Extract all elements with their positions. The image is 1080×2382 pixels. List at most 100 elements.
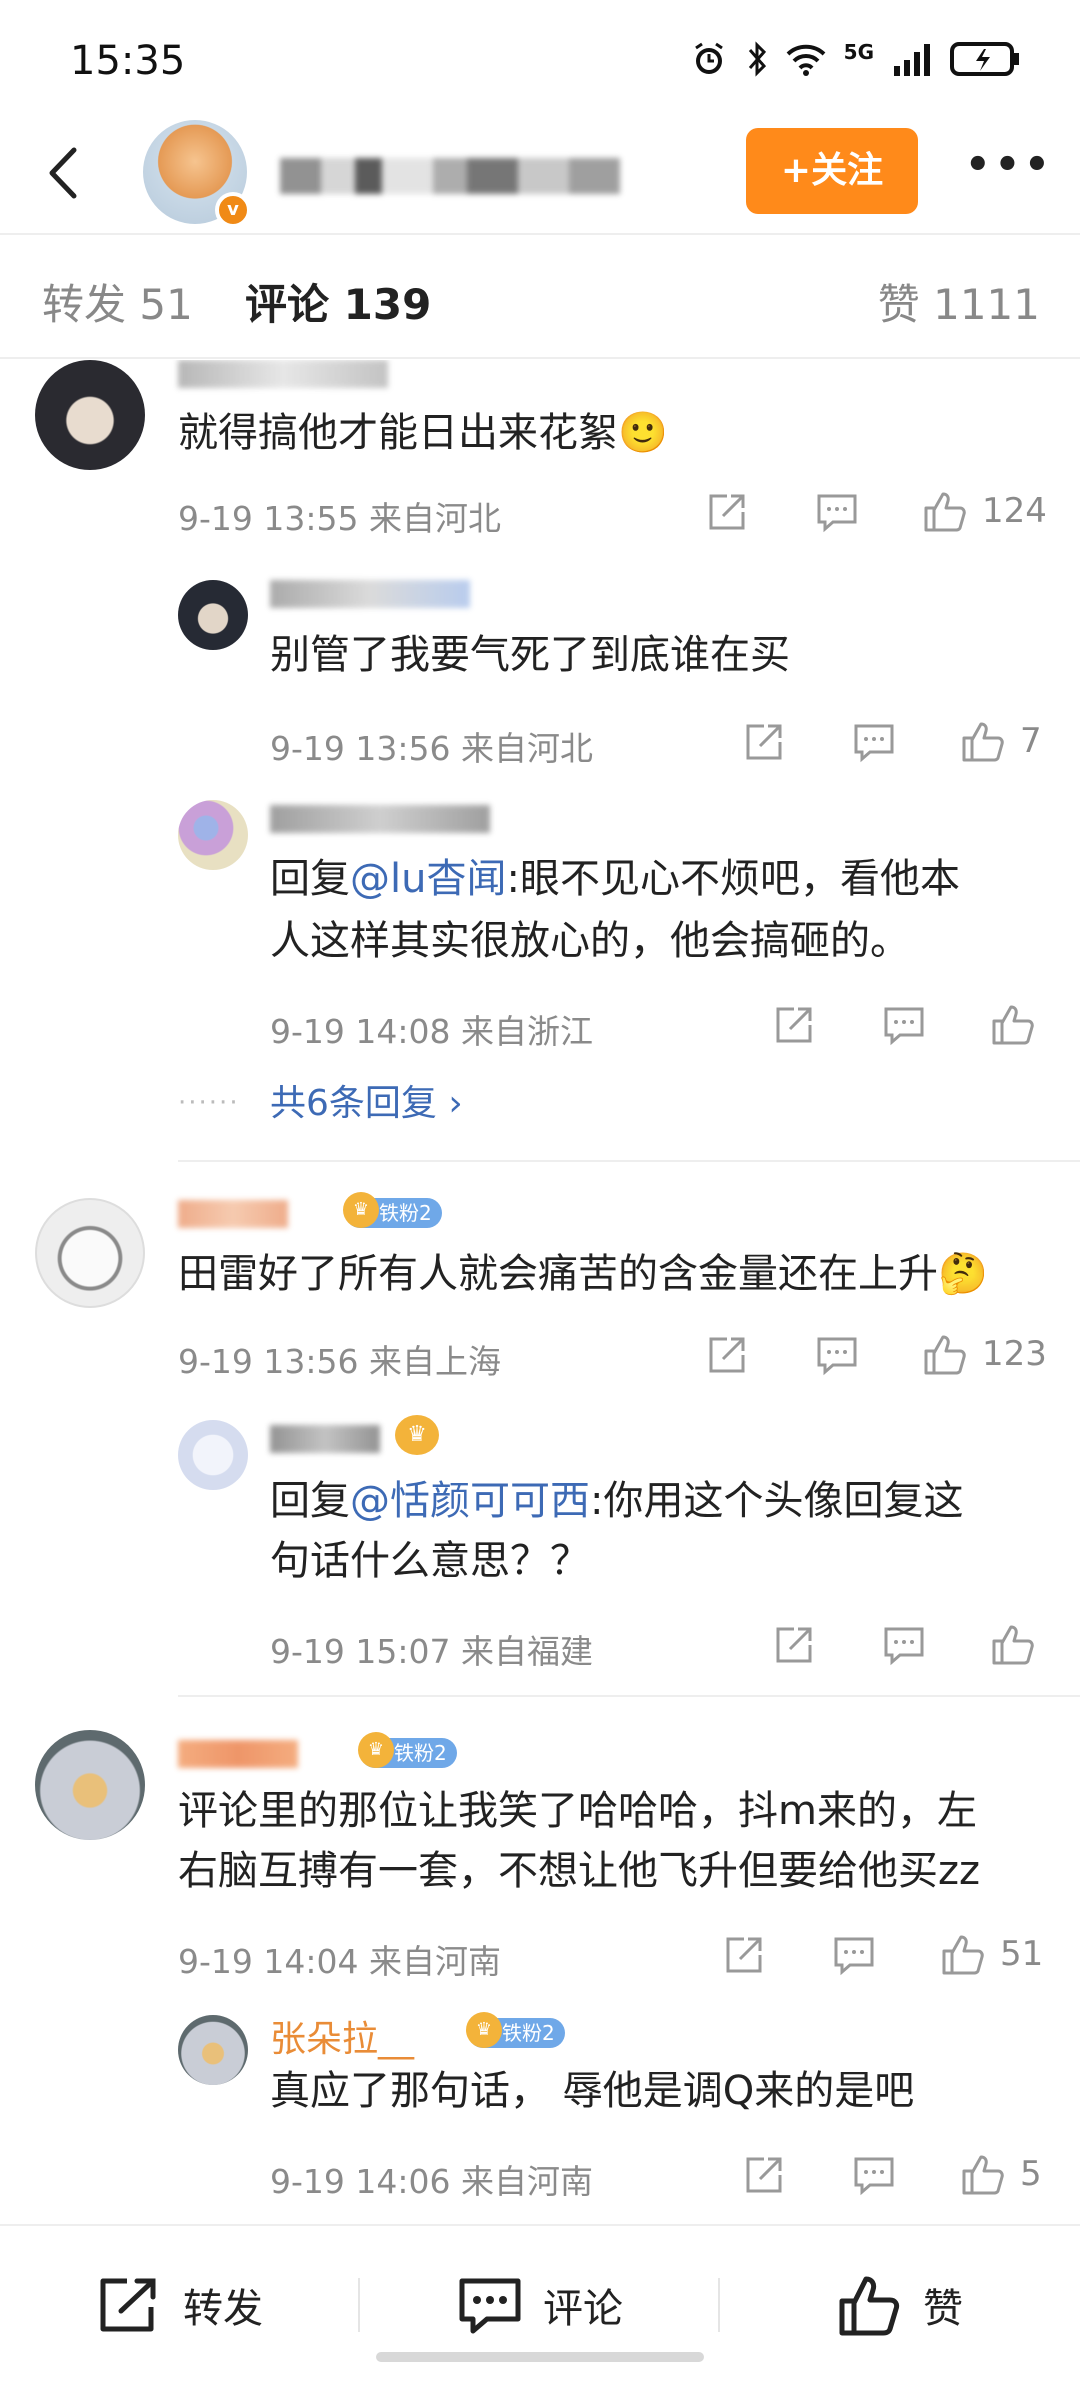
share-icon <box>776 1007 812 1043</box>
thread-dots: ······ <box>178 1088 240 1118</box>
reply-button[interactable] <box>852 2153 896 2197</box>
comment-label: 评论 <box>543 2286 623 2332</box>
fan-badge-label: 铁粉2 <box>394 1741 447 1765</box>
crown-icon: ♛ <box>466 2012 502 2048</box>
replier-name-blurred[interactable] <box>270 580 470 608</box>
replier-name-blurred[interactable] <box>270 1425 380 1453</box>
reply-meta: 9-19 13:56 来自河北 <box>270 729 593 768</box>
reply-button[interactable] <box>832 1933 876 1977</box>
repost-button[interactable]: 转发 <box>0 2226 360 2382</box>
reply-meta: 9-19 14:06 来自河南 <box>270 2162 593 2201</box>
mention-link[interactable]: @lu杳闻 <box>350 856 506 902</box>
author-name-blurred[interactable] <box>280 158 620 194</box>
comment-icon <box>459 2278 521 2334</box>
like-count: 124 <box>982 491 1047 531</box>
share-button[interactable] <box>742 720 786 764</box>
home-indicator[interactable] <box>376 2352 704 2362</box>
commenter-avatar[interactable] <box>35 360 145 470</box>
mention-link[interactable]: @恬颜可可西 <box>350 1478 590 1524</box>
thumbs-up-icon <box>924 1335 966 1375</box>
fan-badge: ♛ 铁粉2 <box>466 2012 565 2048</box>
comment-divider <box>178 1160 1080 1162</box>
comment-icon <box>834 1937 874 1976</box>
fan-badge: ♛ 铁粉2 <box>358 1732 457 1768</box>
like-button[interactable] <box>990 1621 1036 1667</box>
reply-button[interactable] <box>852 720 896 764</box>
share-icon <box>746 724 782 760</box>
tab-comments[interactable]: 评论 139 <box>245 271 431 332</box>
comment-icon <box>817 494 857 533</box>
commenter-avatar[interactable] <box>35 1198 145 1308</box>
back-icon <box>49 147 77 199</box>
thumbs-up-icon <box>924 492 966 532</box>
share-button[interactable] <box>742 2153 786 2197</box>
follow-button[interactable]: +关注 <box>746 128 918 214</box>
thumbs-up-icon <box>992 1005 1034 1045</box>
reply-button[interactable] <box>882 1003 926 1047</box>
share-icon <box>776 1627 812 1663</box>
reply-button[interactable] <box>882 1623 926 1667</box>
repost-label: 转发 <box>183 2286 263 2332</box>
fan-badge: ♛ 铁粉2 <box>343 1192 442 1228</box>
like-button[interactable]: 7 <box>960 718 1042 764</box>
more-button[interactable]: ••• <box>965 140 1050 200</box>
reply-button[interactable] <box>815 1333 859 1377</box>
crown-icon: ♛ <box>358 1732 394 1768</box>
replier-avatar[interactable] <box>178 800 248 870</box>
like-label: 赞 <box>923 2286 963 2332</box>
thumbs-up-icon <box>992 1625 1034 1665</box>
like-button[interactable]: 123 <box>922 1331 1047 1377</box>
comment-text-line1: 评论里的那位让我笑了哈哈哈，抖m来的，左 <box>178 1788 977 1834</box>
reply-text-line1: :眼不见心不烦吧，看他本 <box>506 856 960 902</box>
reply-text: 真应了那句话， 辱他是调Q来的是吧 <box>270 2068 915 2114</box>
tab-repost[interactable]: 转发 51 <box>42 271 193 332</box>
fan-badge-label: 铁粉2 <box>502 2021 555 2045</box>
reply-text-line2: 人这样其实很放心的，他会搞砸的。 <box>270 918 910 964</box>
tab-likes[interactable]: 赞 1111 <box>878 271 1040 332</box>
comment-icon <box>854 2157 894 2196</box>
battery-icon <box>950 42 1019 76</box>
replier-avatar[interactable] <box>178 1420 248 1490</box>
like-post-button[interactable]: 赞 <box>720 2226 1080 2382</box>
reply-text: 回复@lu杳闻:眼不见心不烦吧，看他本 <box>270 848 960 910</box>
network-label: 5G <box>843 40 874 64</box>
back-button[interactable] <box>30 138 100 208</box>
status-time: 15:35 <box>70 38 186 84</box>
replier-name-blurred[interactable] <box>270 805 490 833</box>
share-button[interactable] <box>772 1003 816 1047</box>
like-button[interactable] <box>990 1001 1036 1047</box>
replier-avatar[interactable] <box>178 2015 248 2085</box>
verified-badge-icon: v <box>215 192 251 228</box>
commenter-name-blurred[interactable] <box>178 360 388 388</box>
comment-icon <box>817 1337 857 1376</box>
share-button[interactable] <box>705 490 749 534</box>
comment-list: 就得搞他才能日出来花絮🙂 9-19 13:55 来自河北 124 别管了我要气死… <box>0 360 1080 2224</box>
comment-text-line2: 右脑互搏有一套，不想让他飞升但要给他买zz <box>178 1848 980 1894</box>
like-button[interactable]: 124 <box>922 488 1047 534</box>
thumbs-up-icon <box>962 2155 1004 2195</box>
like-button[interactable]: 5 <box>960 2151 1042 2197</box>
share-button[interactable] <box>722 1933 766 1977</box>
comment-meta: 9-19 13:55 来自河北 <box>178 499 501 538</box>
commenter-avatar[interactable] <box>35 1730 145 1840</box>
reply-button[interactable] <box>815 490 859 534</box>
share-icon <box>709 494 745 530</box>
signal-icon <box>894 44 930 76</box>
share-icon <box>100 2278 156 2332</box>
reply-text-line1: :你用这个头像回复这 <box>590 1478 964 1524</box>
commenter-name-blurred[interactable] <box>178 1200 288 1228</box>
commenter-name-blurred[interactable] <box>178 1740 298 1768</box>
author-avatar[interactable]: v <box>143 120 251 228</box>
thumbs-up-icon <box>962 722 1004 762</box>
replier-avatar[interactable] <box>178 580 248 650</box>
share-icon <box>709 1337 745 1373</box>
share-button[interactable] <box>705 1333 749 1377</box>
more-replies-link[interactable]: 共6条回复 › <box>270 1074 463 1126</box>
share-button[interactable] <box>772 1623 816 1667</box>
bluetooth-icon <box>748 41 766 77</box>
like-button[interactable]: 51 <box>940 1931 1043 1977</box>
replier-name[interactable]: 张朵拉__ <box>270 2010 414 2062</box>
comment-divider <box>178 1695 1080 1697</box>
comment-text: 田雷好了所有人就会痛苦的含金量还在上升🤔 <box>178 1251 988 1297</box>
comment-icon <box>854 724 894 763</box>
